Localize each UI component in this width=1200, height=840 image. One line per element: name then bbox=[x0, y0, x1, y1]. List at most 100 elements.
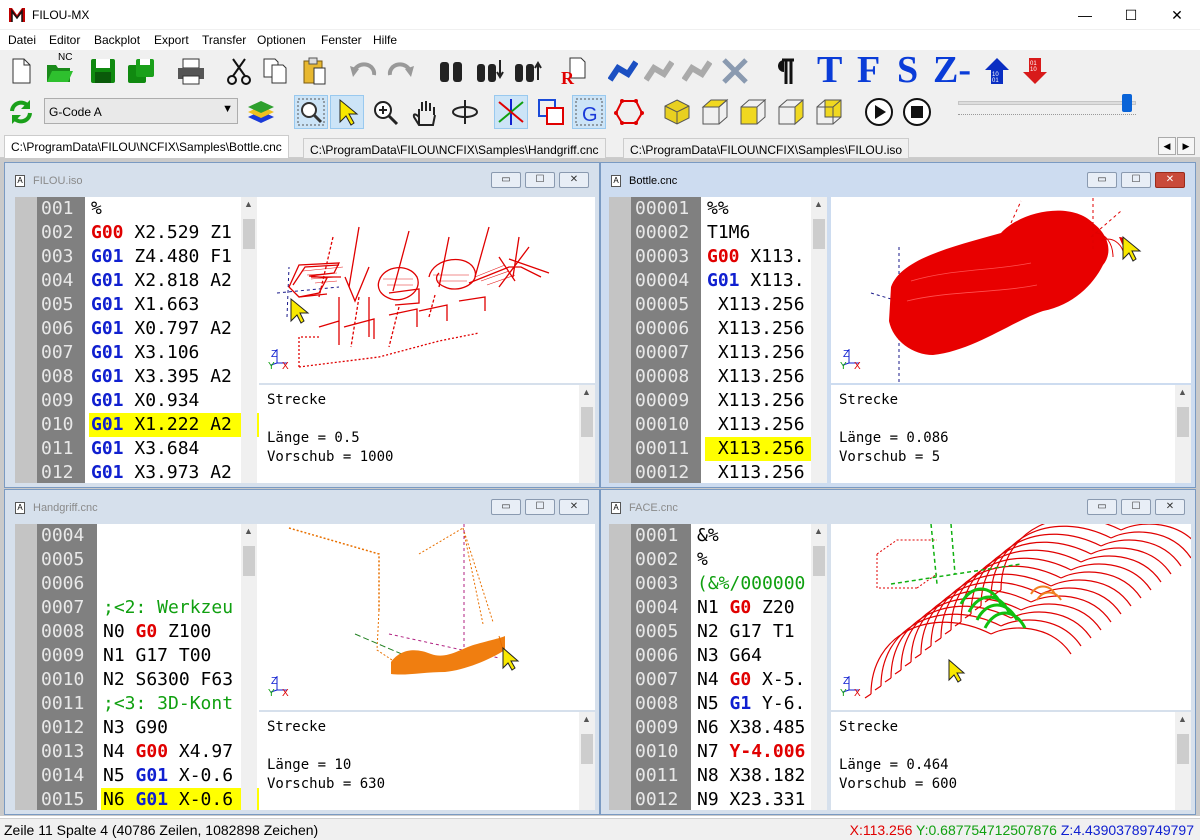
code-line[interactable]: ;<3: 3D-Kont bbox=[101, 692, 259, 716]
code-line[interactable]: N2 S6300 F63 bbox=[101, 668, 259, 692]
backplot-view[interactable]: Z Y X bbox=[831, 197, 1191, 383]
code-line[interactable]: X113.256 bbox=[705, 413, 821, 437]
scroll-thumb[interactable] bbox=[581, 407, 593, 437]
code-line[interactable]: G01 X113. bbox=[705, 269, 821, 293]
view-iso-button[interactable] bbox=[660, 95, 694, 129]
insert-block-button[interactable] bbox=[606, 54, 640, 88]
scroll-thumb[interactable] bbox=[243, 219, 255, 249]
window-minimize-button[interactable]: ▭ bbox=[491, 172, 521, 188]
menu-editor[interactable]: Editor bbox=[49, 33, 80, 47]
menu-hilfe[interactable]: Hilfe bbox=[373, 33, 397, 47]
code-line[interactable]: ;<2: Werkzeu bbox=[101, 596, 259, 620]
code-lines[interactable]: &%% (&%/000000 N1 G0 Z20 N2 G17 T1 N3 G64 N4 … bbox=[695, 524, 821, 810]
scroll-thumb[interactable] bbox=[813, 546, 825, 576]
code-line[interactable]: G01 X1.222 A2 bbox=[89, 413, 259, 437]
undo-button[interactable] bbox=[346, 54, 380, 88]
view-side-button[interactable] bbox=[774, 95, 808, 129]
window-close-button[interactable]: ✕ bbox=[1155, 499, 1185, 515]
code-line[interactable]: G01 X1.663 bbox=[89, 293, 259, 317]
info-scrollbar[interactable]: ▲ bbox=[579, 712, 595, 810]
editor-scrollbar[interactable]: ▲ bbox=[811, 197, 827, 483]
pilcrow-button[interactable] bbox=[768, 54, 802, 88]
scroll-thumb[interactable] bbox=[813, 219, 825, 249]
tool-z-button[interactable]: Z- bbox=[933, 48, 971, 92]
menu-export[interactable]: Export bbox=[154, 33, 189, 47]
code-editor[interactable]: 001 002 003 004 005 006 007 008 009 010 011 012 % G0… bbox=[15, 197, 259, 483]
code-line[interactable]: G01 X3.395 A2 bbox=[89, 365, 259, 389]
pan-button[interactable] bbox=[408, 95, 442, 129]
stock-button[interactable] bbox=[534, 95, 568, 129]
tool-s-button[interactable]: S bbox=[897, 48, 918, 92]
code-line[interactable]: N1 G0 Z20 bbox=[695, 596, 821, 620]
tab-bottle[interactable]: C:\ProgramData\FILOU\NCFIX\Samples\Bottl… bbox=[4, 135, 289, 158]
code-line[interactable]: (&%/000000 bbox=[695, 572, 821, 596]
code-line[interactable]: G01 X3.684 bbox=[89, 437, 259, 461]
code-line[interactable]: N9 X23.331 bbox=[695, 788, 821, 810]
close-button[interactable]: ✕ bbox=[1154, 0, 1200, 30]
tab-filou[interactable]: C:\ProgramData\FILOU\NCFIX\Samples\FILOU… bbox=[623, 138, 910, 158]
new-file-button[interactable] bbox=[4, 54, 38, 88]
code-line[interactable] bbox=[101, 524, 259, 548]
print-button[interactable] bbox=[174, 54, 208, 88]
window-close-button[interactable]: ✕ bbox=[559, 172, 589, 188]
code-line[interactable]: G01 X0.934 bbox=[89, 389, 259, 413]
scroll-thumb[interactable] bbox=[243, 546, 255, 576]
code-line[interactable]: G01 X3.106 bbox=[89, 341, 259, 365]
code-line[interactable]: N7 Y-4.006 bbox=[695, 740, 821, 764]
info-scrollbar[interactable]: ▲ bbox=[1175, 385, 1191, 483]
backplot-view[interactable]: Z Y X bbox=[259, 524, 595, 710]
menu-backplot[interactable]: Backplot bbox=[94, 33, 140, 47]
code-line[interactable]: N5 G1 Y-6. bbox=[695, 692, 821, 716]
code-line[interactable]: G00 X2.529 Z1 bbox=[89, 221, 259, 245]
code-line[interactable]: N6 G01 X-0.6 bbox=[101, 788, 259, 810]
speed-slider[interactable] bbox=[958, 101, 1136, 105]
view-front-button[interactable] bbox=[736, 95, 770, 129]
find-previous-button[interactable] bbox=[510, 54, 544, 88]
tool-t-button[interactable]: T bbox=[817, 48, 842, 92]
menu-datei[interactable]: Datei bbox=[8, 33, 36, 47]
window-maximize-button[interactable]: ☐ bbox=[1121, 499, 1151, 515]
paste-button[interactable] bbox=[298, 54, 332, 88]
layers-button[interactable] bbox=[244, 95, 278, 129]
editor-scrollbar[interactable]: ▲ bbox=[811, 524, 827, 810]
g-codes-button[interactable]: G bbox=[572, 95, 606, 129]
from-binary-button[interactable]: 01 10 bbox=[1018, 54, 1052, 88]
find-button[interactable] bbox=[434, 54, 468, 88]
info-scrollbar[interactable]: ▲ bbox=[1175, 712, 1191, 810]
view-top-button[interactable] bbox=[698, 95, 732, 129]
stop-button[interactable] bbox=[900, 95, 934, 129]
code-line[interactable]: X113.256 bbox=[705, 341, 821, 365]
code-line[interactable]: N2 G17 T1 bbox=[695, 620, 821, 644]
code-line[interactable]: % bbox=[695, 548, 821, 572]
backplot-view[interactable]: Z Y X bbox=[831, 524, 1191, 710]
remove-numbers-button[interactable] bbox=[718, 54, 752, 88]
menu-optionen[interactable]: Optionen bbox=[257, 33, 306, 47]
play-button[interactable] bbox=[862, 95, 896, 129]
code-line[interactable]: % bbox=[89, 197, 259, 221]
tab-scroll-right[interactable]: ▶ bbox=[1177, 137, 1195, 155]
window-maximize-button[interactable]: ☐ bbox=[525, 499, 555, 515]
code-editor[interactable]: 0004 0005 0006 0007 0008 0009 0010 0011 0012 0013… bbox=[15, 524, 259, 810]
rotate-button[interactable] bbox=[448, 95, 482, 129]
menu-transfer[interactable]: Transfer bbox=[202, 33, 246, 47]
code-lines[interactable]: %% T1M6 G00 X113. G01 X113. X113.256 X113.2… bbox=[705, 197, 821, 483]
scroll-thumb[interactable] bbox=[1177, 734, 1189, 764]
code-line[interactable]: X113.256 bbox=[705, 365, 821, 389]
redo-button[interactable] bbox=[384, 54, 418, 88]
window-minimize-button[interactable]: ▭ bbox=[1087, 499, 1117, 515]
editor-scrollbar[interactable]: ▲ bbox=[241, 197, 257, 483]
tool-f-button[interactable]: F bbox=[857, 48, 880, 92]
code-line[interactable]: X113.256 bbox=[705, 293, 821, 317]
code-line[interactable]: G01 X0.797 A2 bbox=[89, 317, 259, 341]
code-line[interactable]: X113.256 bbox=[705, 389, 821, 413]
editor-scrollbar[interactable]: ▲ bbox=[241, 524, 257, 810]
find-next-button[interactable] bbox=[472, 54, 506, 88]
backplot-view[interactable]: Z Y X bbox=[259, 197, 595, 383]
cut-button[interactable] bbox=[222, 54, 256, 88]
copy-button[interactable] bbox=[258, 54, 292, 88]
window-maximize-button[interactable]: ☐ bbox=[525, 172, 555, 188]
code-line[interactable]: N0 G0 Z100 bbox=[101, 620, 259, 644]
replace-button[interactable]: R bbox=[556, 54, 590, 88]
code-line[interactable]: N1 G17 T00 bbox=[101, 644, 259, 668]
code-line[interactable]: G01 X3.973 A2 bbox=[89, 461, 259, 483]
